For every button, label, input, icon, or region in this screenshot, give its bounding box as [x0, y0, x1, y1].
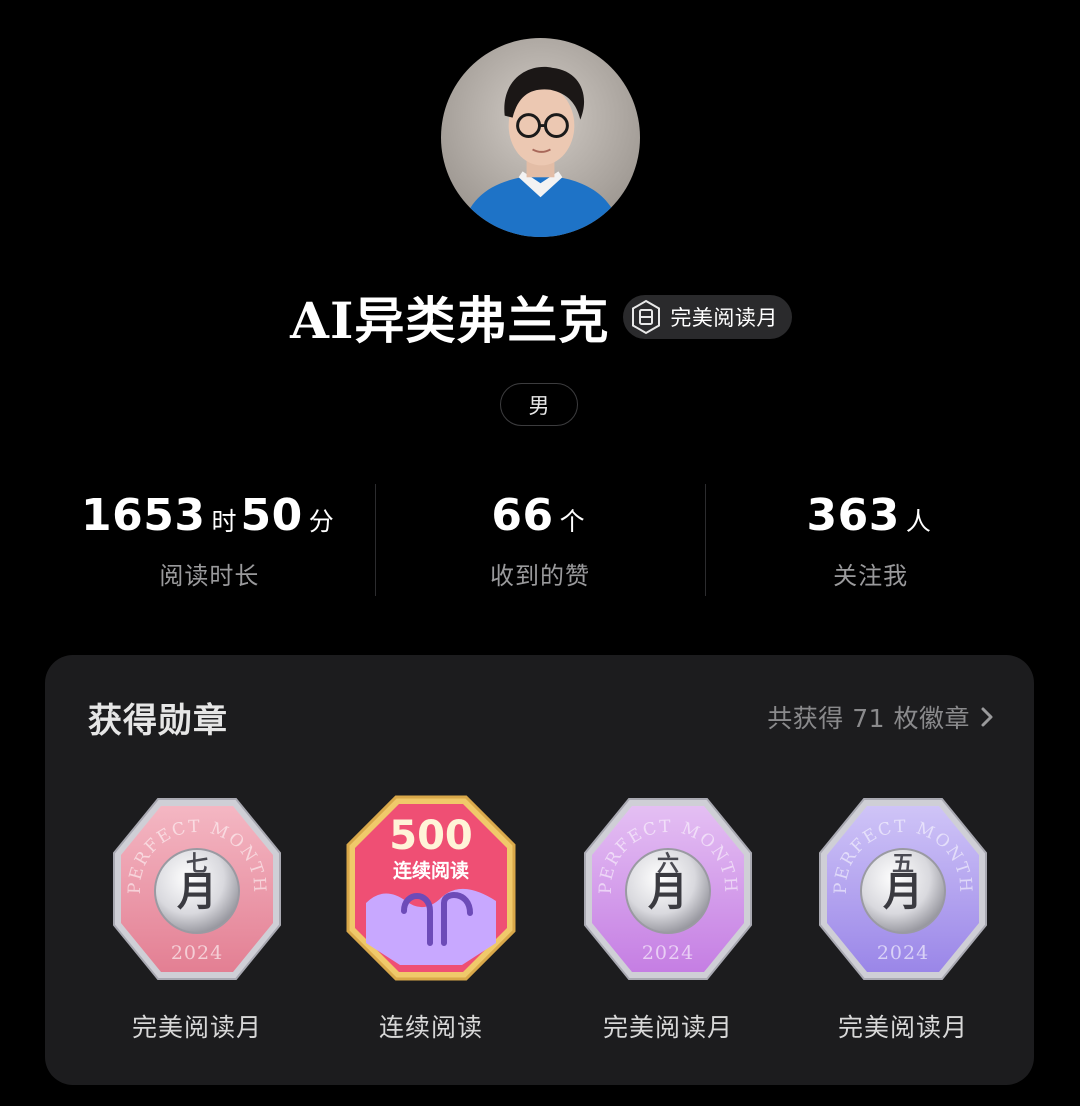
stat-value: 1653 时 50 分 [81, 484, 338, 548]
stat-unit: 个 [559, 507, 585, 536]
medal-item[interactable]: PERFECT MONTH 月五 2024 完美阅读月 [808, 793, 998, 1053]
svg-text:2024: 2024 [171, 942, 223, 964]
username: AI异类弗兰克 [290, 291, 610, 350]
svg-text:500: 500 [389, 813, 473, 859]
svg-text:六: 六 [657, 851, 679, 877]
medal-label: 完美阅读月 [602, 1013, 733, 1042]
stat-number: 50 [240, 490, 303, 541]
chevron-right-icon [981, 707, 993, 727]
stat-1[interactable]: 66 个收到的赞 [374, 484, 706, 596]
stat-label: 阅读时长 [159, 562, 260, 590]
stat-unit: 分 [308, 507, 334, 536]
medal-item[interactable]: 500 连续阅读 连续阅读 [336, 793, 526, 1053]
name-row: AI异类弗兰克 完美阅读月 [0, 282, 1080, 352]
title-badge-label: 完美阅读月 [670, 306, 778, 330]
medal-item[interactable]: PERFECT MONTH 月七 2024 完美阅读月 [102, 793, 292, 1053]
stat-label: 关注我 [833, 562, 909, 590]
stat-value: 66 个 [491, 484, 588, 548]
medals-card-title: 获得勋章 [88, 701, 228, 741]
medal-label: 连续阅读 [378, 1013, 483, 1042]
stat-value: 363 人 [806, 484, 934, 548]
stats-row: 1653 时 50 分阅读时长 66 个收到的赞 363 人关注我 [44, 484, 1036, 596]
avatar-photo [441, 38, 640, 237]
medal-label: 完美阅读月 [837, 1013, 968, 1042]
stat-number: 363 [806, 490, 900, 541]
medals-summary-text: 共获得 71 枚徽章 [767, 704, 970, 733]
stat-label: 收到的赞 [490, 562, 590, 590]
medal-item[interactable]: PERFECT MONTH 月六 2024 完美阅读月 [573, 793, 763, 1053]
stat-0[interactable]: 1653 时 50 分阅读时长 [44, 484, 375, 596]
svg-text:五: 五 [892, 851, 914, 877]
gender-tag: 男 [500, 383, 578, 426]
svg-text:2024: 2024 [877, 942, 929, 964]
medal-label: 完美阅读月 [131, 1013, 262, 1042]
hexagon-book-icon [632, 299, 661, 335]
svg-text:连续阅读: 连续阅读 [393, 859, 469, 882]
medals-summary-link[interactable]: 共获得 71 枚徽章 [767, 699, 994, 735]
svg-text:2024: 2024 [642, 942, 694, 964]
stat-unit: 人 [905, 507, 931, 536]
stat-unit: 时 [211, 507, 237, 536]
streak-medal-icon: 500连续阅读 [346, 795, 516, 981]
perfect-month-medal-icon: PERFECT MONTH月六2024 [584, 798, 752, 980]
avatar[interactable] [441, 38, 640, 237]
stat-2[interactable]: 363 人关注我 [705, 484, 1036, 596]
svg-text:七: 七 [186, 851, 208, 877]
perfect-month-medal-icon: PERFECT MONTH月五2024 [819, 798, 987, 980]
title-badge[interactable]: 完美阅读月 [623, 295, 792, 339]
perfect-month-medal-icon: PERFECT MONTH月七2024 [113, 798, 281, 980]
stat-number: 66 [491, 490, 554, 541]
medals-card: 获得勋章 共获得 71 枚徽章 PERFECT MONTH 月七 2024 完美阅读月… [45, 655, 1034, 1085]
stat-number: 1653 [80, 490, 206, 541]
medals-row: PERFECT MONTH 月七 2024 完美阅读月 500 连续阅读 连续阅读 PERFE… [45, 793, 1034, 1053]
